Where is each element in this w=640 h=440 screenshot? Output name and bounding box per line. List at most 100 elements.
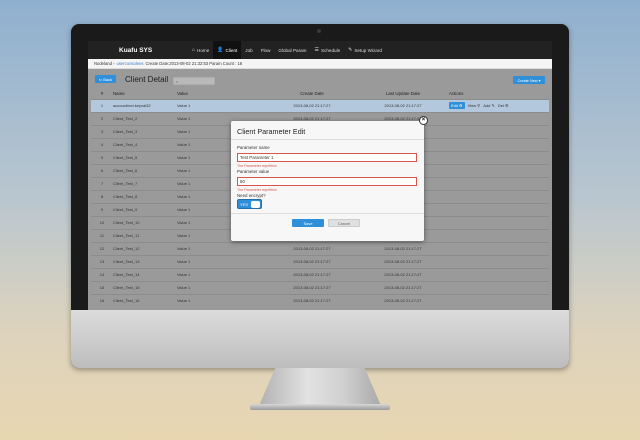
cell-updated: 2013-08-02 21:17:27 [357, 254, 449, 268]
column-header: Last Update Date [385, 90, 421, 96]
nav-item-job[interactable]: Job [241, 41, 256, 59]
cell-value: Value 1 [177, 254, 267, 268]
view-button[interactable]: View ⚲ [468, 103, 481, 108]
cell-created: 2013-08-02 21:17:27 [267, 241, 357, 255]
cell-name: Client_Test_12 [113, 241, 177, 255]
divider [231, 213, 424, 214]
cell-name: Client_Test_14 [113, 267, 177, 281]
cell-actions [449, 189, 549, 203]
camera [317, 29, 321, 33]
nav-label: Flow [260, 47, 271, 53]
brand[interactable]: Kuafu SYS [119, 47, 188, 54]
cell-name: Client_Test_5 [113, 150, 177, 164]
cell-actions [449, 280, 549, 294]
cell-num: 2 [91, 111, 113, 125]
nav-label: Setup Wizard [354, 47, 382, 53]
cell-name: Client_Test_2 [113, 111, 177, 125]
cell-actions [449, 254, 549, 268]
cell-actions [449, 293, 549, 307]
nav-item-client[interactable]: 👤 Client [213, 41, 242, 59]
nav-item-flow[interactable]: Flow [257, 41, 275, 59]
nav-item-setup-wizard[interactable]: ✎ Setup Wizard [344, 41, 386, 59]
nav-icon: ⌂ [192, 47, 196, 53]
nav-item-home[interactable]: ⌂ Home [188, 41, 213, 59]
table-row[interactable]: 1 account/net.keyval32 Value 1 2013-08-02 2… [91, 98, 549, 112]
monitor-chin [71, 310, 569, 368]
cell-updated: 2013-08-02 21:17:27 [357, 267, 449, 281]
search-icon: ⌕ [176, 78, 179, 84]
cell-name: account/net.keyval32 [113, 98, 177, 112]
cell-actions [449, 124, 549, 138]
cell-num: 10 [91, 215, 113, 229]
cell-num: 13 [91, 254, 113, 268]
cancel-button[interactable]: Cancel [328, 219, 360, 227]
cell-num: 15 [91, 280, 113, 294]
nav-icon: ☰ [314, 47, 319, 53]
add-button[interactable]: Add ✎ [483, 103, 495, 108]
breadcrumb-info: Create Date:2013-08-02 21:32:53 Param Co… [145, 61, 243, 66]
cell-created: 2013-08-02 21:17:27 [267, 267, 357, 281]
cell-name: Client_Test_7 [113, 176, 177, 190]
close-icon[interactable]: × [419, 116, 428, 125]
cell-actions [449, 215, 549, 229]
cell-num: 5 [91, 150, 113, 164]
create-new-button[interactable]: Create New ▾ [513, 76, 545, 84]
navbar: Kuafu SYS ⌂ Home 👤 Client Job Flow Global Para… [88, 41, 552, 59]
save-button[interactable]: Save [292, 219, 324, 227]
monitor-stand [258, 368, 382, 408]
search-input[interactable]: ⌕ [173, 77, 215, 85]
cell-num: 3 [91, 124, 113, 138]
table-row[interactable]: 14 Client_Test_14 Value 1 2013-08-02 21:17:… [91, 267, 549, 281]
nav-label: Global Param [278, 47, 307, 53]
cell-actions [449, 137, 549, 151]
cell-value: Value 1 [177, 98, 267, 112]
cell-actions [449, 241, 549, 255]
cell-created: 2013-08-02 21:17:27 [267, 254, 357, 268]
table-row[interactable]: 16 Client_Test_16 Value 1 2013-08-02 21:17:… [91, 293, 549, 307]
cell-actions [449, 202, 549, 216]
encrypt-toggle[interactable]: YES [237, 199, 262, 209]
cell-actions [449, 150, 549, 164]
delete-button[interactable]: Del ⚙ [498, 103, 509, 108]
param-name-value: Test Parameter 1 [240, 155, 274, 160]
table-row[interactable]: 15 Client_Test_15 Value 1 2013-08-02 21:17:… [91, 280, 549, 294]
table-row[interactable]: 12 Client_Test_12 Value 1 2013-08-02 21:17:… [91, 241, 549, 255]
edit-button[interactable]: Edit ⚙ [449, 102, 465, 109]
cell-updated: 2013-08-02 21:17:27 [357, 280, 449, 294]
nav-label: Job [245, 47, 253, 53]
cell-num: 8 [91, 189, 113, 203]
nav-item-global-param[interactable]: Global Param [274, 41, 310, 59]
param-value-value: 80 [240, 179, 245, 184]
table-row[interactable]: 13 Client_Test_13 Value 1 2013-08-02 21:17:… [91, 254, 549, 268]
cell-actions [449, 228, 549, 242]
cell-name: Client_Test_8 [113, 189, 177, 203]
cell-num: 12 [91, 241, 113, 255]
param-value-field[interactable]: 80 [237, 177, 417, 186]
monitor-base [250, 404, 390, 410]
cell-actions [449, 267, 549, 281]
column-header: Name [113, 90, 125, 96]
param-name-error: The Parameter repetition [237, 164, 277, 168]
cell-created: 2013-08-02 21:17:27 [267, 98, 357, 112]
row-actions: Edit ⚙ View ⚲ Add ✎ Del ⚙ [449, 102, 549, 109]
cell-num: 7 [91, 176, 113, 190]
nav-label: Home [197, 47, 210, 53]
cell-value: Value 1 [177, 267, 267, 281]
cell-num: 11 [91, 228, 113, 242]
divider [231, 139, 424, 140]
cell-name: Client_Test_15 [113, 280, 177, 294]
cell-name: Client_Test_6 [113, 163, 177, 177]
cell-name: Client_Test_13 [113, 254, 177, 268]
breadcrumb-link[interactable]: userconsolees [117, 61, 144, 66]
cell-name: Client_Test_4 [113, 137, 177, 151]
nav-icon: 👤 [217, 47, 224, 53]
cell-num: 16 [91, 293, 113, 307]
param-name-field[interactable]: Test Parameter 1 [237, 153, 417, 162]
param-edit-modal: Client Parameter Edit × Parameter name T… [231, 116, 428, 241]
toggle-label: YES [240, 202, 249, 207]
cell-actions [449, 176, 549, 190]
cell-name: Client_Test_9 [113, 202, 177, 216]
nav-item-schedule[interactable]: ☰ Schedule [311, 41, 345, 59]
back-button[interactable]: ⇐ Back [95, 75, 116, 83]
breadcrumb-root[interactable]: Nodeland › [94, 61, 115, 66]
